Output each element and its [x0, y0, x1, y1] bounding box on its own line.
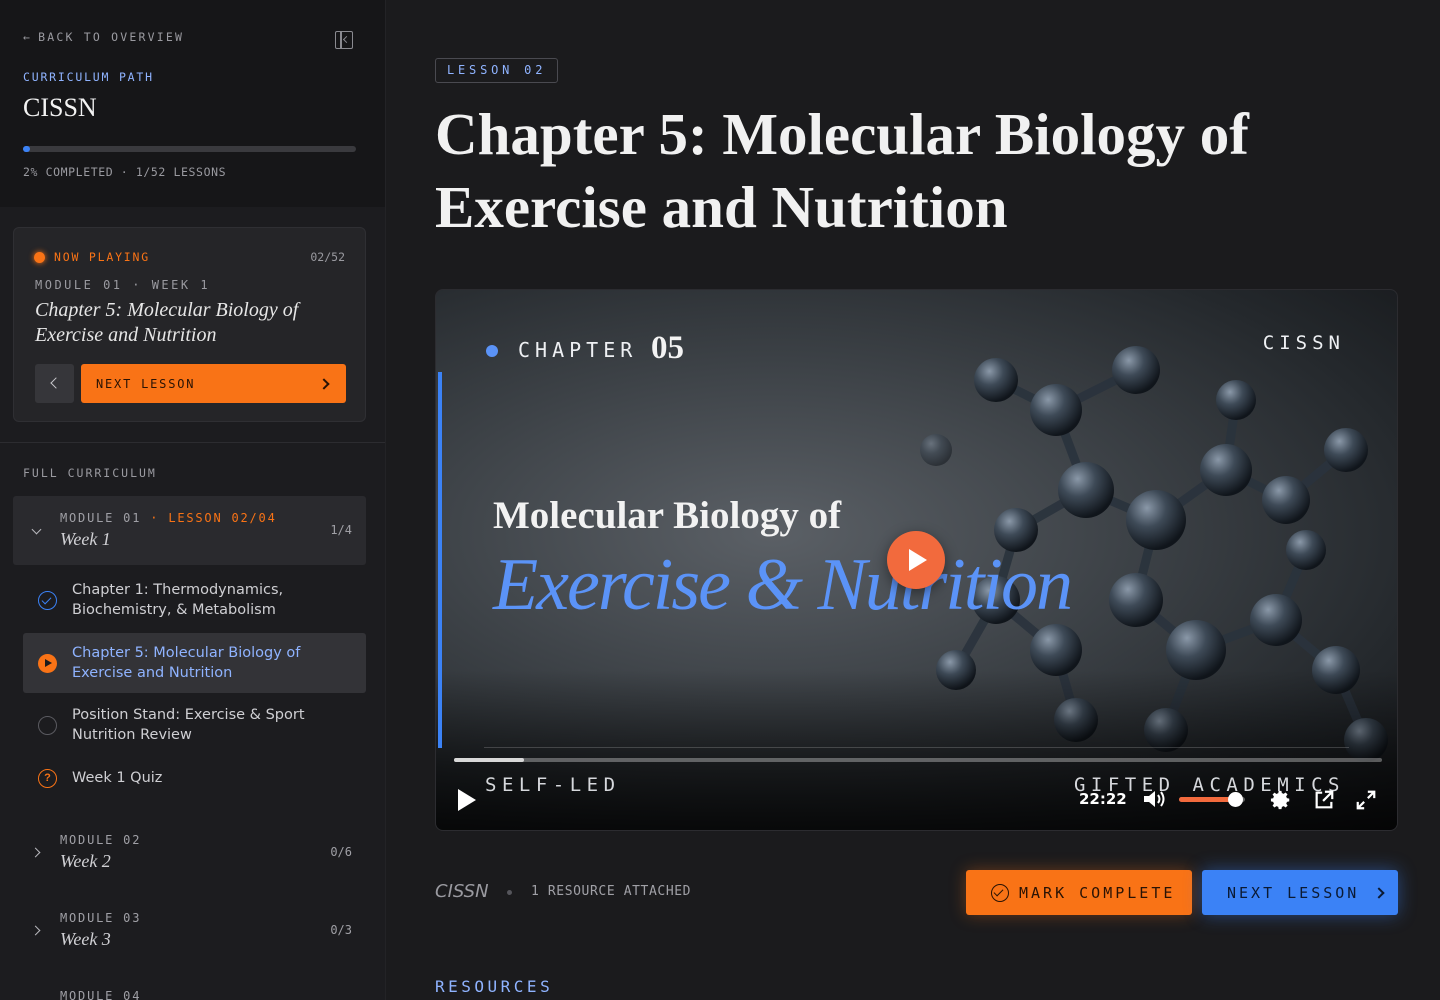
curriculum-header: ← BACK TO OVERVIEW CURRICULUM PATH CISSN…	[0, 0, 385, 207]
now-playing-module: MODULE 01 · WEEK 1	[35, 278, 211, 292]
module-name: MODULE 01 · LESSON 02/04	[60, 511, 277, 525]
module-name: MODULE 03	[60, 911, 142, 925]
volume-slider-fill	[1179, 797, 1236, 802]
play-circle-icon	[38, 654, 57, 673]
chevron-right-icon	[1373, 886, 1386, 899]
empty-circle-icon	[38, 716, 57, 735]
lesson-item-active[interactable]: Chapter 5: Molecular Biology of Exercise…	[23, 633, 366, 693]
module-week: Week 2	[60, 851, 111, 871]
video-shade	[436, 670, 1397, 830]
seek-bar-fill	[454, 758, 524, 762]
popout-icon[interactable]	[1313, 789, 1335, 811]
center-play-button[interactable]	[887, 531, 945, 589]
next-lesson-label: NEXT LESSON	[1227, 883, 1360, 902]
module-item-04[interactable]: MODULE 04	[13, 974, 366, 1000]
curriculum-label: CURRICULUM PATH	[23, 70, 154, 84]
module-count: 1/4	[330, 523, 352, 537]
now-playing-title: Chapter 5: Molecular Biology of Exercise…	[35, 299, 299, 346]
lesson-item[interactable]: Chapter 1: Thermodynamics, Biochemistry,…	[23, 570, 366, 630]
video-time: 22:22	[1079, 790, 1127, 808]
module-name: MODULE 02	[60, 833, 142, 847]
video-player[interactable]: CHAPTER 05 CISSN Molecular Biology of Ex…	[435, 289, 1398, 831]
question-circle-icon: ?	[38, 769, 57, 788]
module-name: MODULE 04	[60, 989, 142, 1000]
resources-heading: RESOURCES	[435, 977, 554, 996]
gear-icon[interactable]	[1270, 789, 1292, 811]
progress-bar	[23, 146, 356, 152]
lesson-title: Chapter 5: Molecular Biology of Exercise…	[72, 645, 301, 681]
module-item-01[interactable]: MODULE 01 · LESSON 02/04 Week 1 1/4	[13, 496, 366, 565]
video-divider	[484, 747, 1349, 748]
live-dot-icon	[34, 252, 45, 263]
progress-text: 2% COMPLETED · 1/52 LESSONS	[23, 165, 227, 179]
back-label: BACK TO OVERVIEW	[38, 30, 185, 44]
next-lesson-label: NEXT LESSON	[96, 376, 196, 391]
volume-icon[interactable]	[1142, 789, 1168, 809]
back-to-overview-link[interactable]: ← BACK TO OVERVIEW	[23, 30, 184, 44]
chevron-right-icon	[30, 847, 41, 858]
check-circle-icon	[991, 883, 1009, 902]
seek-bar[interactable]	[454, 758, 1382, 762]
volume-slider-knob[interactable]	[1228, 792, 1244, 807]
previous-lesson-button[interactable]	[35, 364, 74, 403]
page-title: Chapter 5: Molecular Biology of Exercise…	[435, 101, 1249, 240]
next-lesson-button[interactable]: NEXT LESSON	[1202, 870, 1398, 915]
video-brand: CISSN	[1262, 332, 1345, 354]
module-count: 0/3	[330, 923, 352, 937]
chevron-down-icon	[31, 524, 42, 535]
separator-dot	[507, 890, 512, 895]
main-content: LESSON 02 Chapter 5: Molecular Biology o…	[387, 0, 1440, 1000]
module-item-02[interactable]: MODULE 02 Week 2 0/6	[13, 818, 366, 887]
check-circle-icon	[38, 591, 57, 610]
progress-bar-fill	[23, 146, 30, 152]
sidebar-collapse-icon[interactable]	[335, 31, 353, 49]
lesson-badge: LESSON 02	[435, 58, 559, 83]
mark-complete-button[interactable]: MARK COMPLETE	[966, 870, 1192, 915]
lesson-title: Position Stand: Exercise & Sport Nutriti…	[72, 707, 305, 743]
fullscreen-icon[interactable]	[1355, 789, 1377, 811]
video-accent-bar	[438, 372, 442, 748]
lesson-item[interactable]: ? Week 1 Quiz	[23, 748, 366, 808]
chevron-right-icon	[30, 925, 41, 936]
divider	[0, 442, 385, 443]
lesson-title: Chapter 1: Thermodynamics, Biochemistry,…	[72, 582, 284, 618]
next-lesson-button-sidebar[interactable]: NEXT LESSON	[81, 364, 346, 403]
chapter-dot-icon	[486, 345, 498, 357]
play-icon[interactable]	[458, 789, 476, 811]
lesson-title: Week 1 Quiz	[72, 770, 163, 786]
course-brand: CISSN	[435, 881, 489, 902]
sidebar: ← BACK TO OVERVIEW CURRICULUM PATH CISSN…	[0, 0, 386, 1000]
resources-attached[interactable]: 1 RESOURCE ATTACHED	[531, 884, 691, 899]
video-subtitle: Molecular Biology of	[493, 494, 842, 537]
now-playing-count: 02/52	[310, 250, 345, 264]
module-count: 0/6	[330, 845, 352, 859]
module-week: Week 1	[60, 529, 111, 549]
lesson-item[interactable]: Position Stand: Exercise & Sport Nutriti…	[23, 695, 366, 755]
now-playing-card: NOW PLAYING 02/52 MODULE 01 · WEEK 1 Cha…	[13, 227, 366, 422]
module-week: Week 3	[60, 929, 111, 949]
chapter-number: 05	[651, 330, 684, 366]
full-curriculum-label: FULL CURRICULUM	[23, 466, 157, 480]
arrow-left-icon: ←	[23, 30, 33, 44]
now-playing-label: NOW PLAYING	[54, 250, 150, 264]
mark-complete-label: MARK COMPLETE	[1019, 883, 1176, 902]
module-item-03[interactable]: MODULE 03 Week 3 0/3	[13, 896, 366, 965]
video-left-caption: SELF-LED	[485, 774, 621, 796]
chapter-label: CHAPTER	[518, 338, 638, 362]
chevron-right-icon	[318, 377, 330, 390]
video-big-title: Exercise & Nutrition	[493, 544, 1073, 626]
curriculum-title: CISSN	[23, 93, 97, 122]
